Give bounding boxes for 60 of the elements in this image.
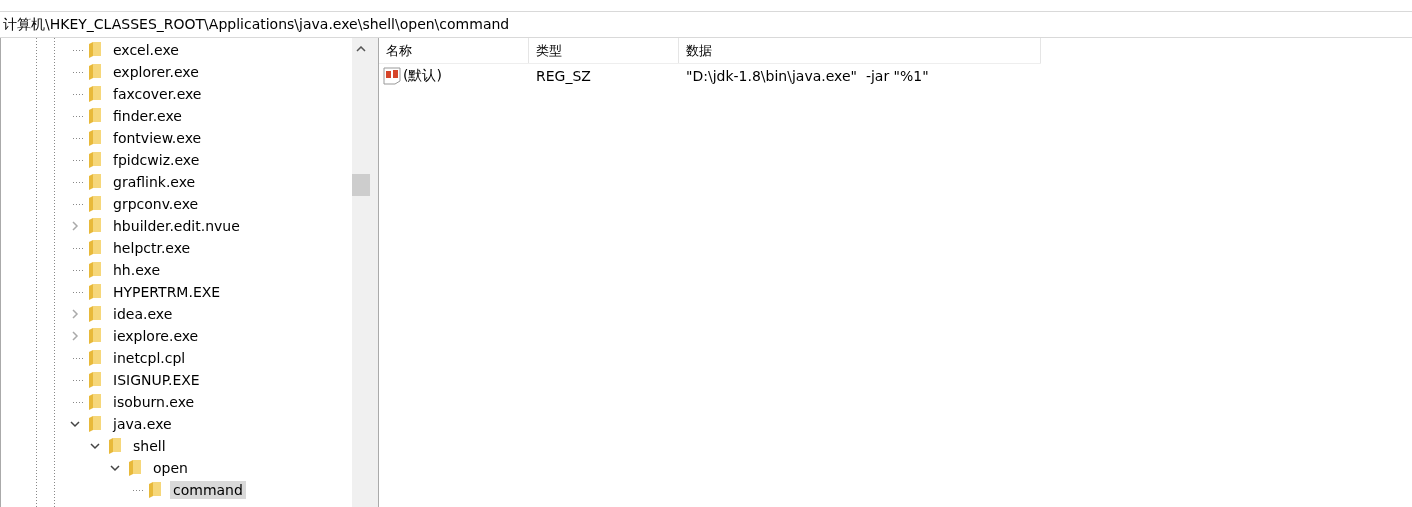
folder-icon — [88, 371, 102, 389]
folder-icon — [88, 217, 102, 235]
folder-icon — [88, 393, 102, 411]
tree-item[interactable]: java.exe — [110, 415, 175, 433]
value-name: (默认) — [403, 67, 442, 85]
tree-item[interactable]: iexplore.exe — [110, 327, 202, 345]
value-data: "D:\jdk-1.8\bin\java.exe" -jar "%1" — [685, 68, 929, 84]
folder-icon — [88, 129, 102, 147]
address-path: 计算机\HKEY_CLASSES_ROOT\Applications\java.exe\shell\open\command — [3, 15, 510, 34]
tree-item[interactable]: faxcover.exe — [110, 85, 205, 103]
tree-item[interactable]: ISIGNUP.EXE — [110, 371, 203, 389]
tree-item[interactable]: idea.exe — [110, 305, 176, 323]
tree-item[interactable]: finder.exe — [110, 107, 185, 125]
tree-item[interactable]: excel.exe — [110, 41, 182, 59]
folder-icon — [88, 41, 102, 59]
tree-item[interactable]: hbuilder.edit.nvue — [110, 217, 243, 235]
folder-icon — [88, 63, 102, 81]
expand-chevron-icon[interactable] — [70, 309, 80, 319]
tree-item[interactable]: shell — [130, 437, 169, 455]
folder-icon — [88, 261, 102, 279]
collapse-chevron-icon[interactable] — [90, 441, 100, 451]
string-value-icon — [383, 67, 401, 85]
folder-icon — [88, 107, 102, 125]
column-header[interactable]: 数据 — [679, 38, 1041, 63]
folder-icon — [88, 283, 102, 301]
tree-item[interactable]: graflink.exe — [110, 173, 199, 191]
tree-item[interactable]: command — [170, 481, 246, 499]
folder-icon — [88, 327, 102, 345]
expand-chevron-icon[interactable] — [70, 221, 80, 231]
column-header[interactable]: 名称 — [379, 38, 529, 63]
folder-icon — [88, 173, 102, 191]
folder-icon — [88, 85, 102, 103]
column-header[interactable]: 类型 — [529, 38, 679, 63]
value-type: REG_SZ — [535, 68, 592, 84]
folder-icon — [88, 151, 102, 169]
tree-item[interactable]: inetcpl.cpl — [110, 349, 189, 367]
folder-icon — [148, 481, 162, 499]
tree-item[interactable]: grpconv.exe — [110, 195, 202, 213]
scrollbar[interactable] — [352, 38, 370, 507]
folder-icon — [108, 437, 122, 455]
tree-item[interactable]: explorer.exe — [110, 63, 202, 81]
collapse-chevron-icon[interactable] — [110, 463, 120, 473]
tree-item[interactable]: isoburn.exe — [110, 393, 198, 411]
tree-item[interactable]: helpctr.exe — [110, 239, 194, 257]
folder-icon — [88, 305, 102, 323]
tree-item[interactable]: HYPERTRM.EXE — [110, 283, 224, 301]
address-bar[interactable]: 计算机\HKEY_CLASSES_ROOT\Applications\java.exe\shell\open\command — [0, 11, 1412, 38]
tree-item[interactable]: fontview.exe — [110, 129, 205, 147]
scroll-up-icon[interactable] — [356, 46, 366, 52]
collapse-chevron-icon[interactable] — [70, 419, 80, 429]
folder-icon — [88, 195, 102, 213]
tree-item[interactable]: hh.exe — [110, 261, 164, 279]
folder-icon — [128, 459, 142, 477]
tree-item[interactable]: fpidcwiz.exe — [110, 151, 203, 169]
folder-icon — [88, 349, 102, 367]
folder-icon — [88, 239, 102, 257]
scrollbar-thumb[interactable] — [352, 174, 370, 196]
folder-icon — [88, 415, 102, 433]
expand-chevron-icon[interactable] — [70, 331, 80, 341]
tree-item[interactable]: open — [150, 459, 191, 477]
